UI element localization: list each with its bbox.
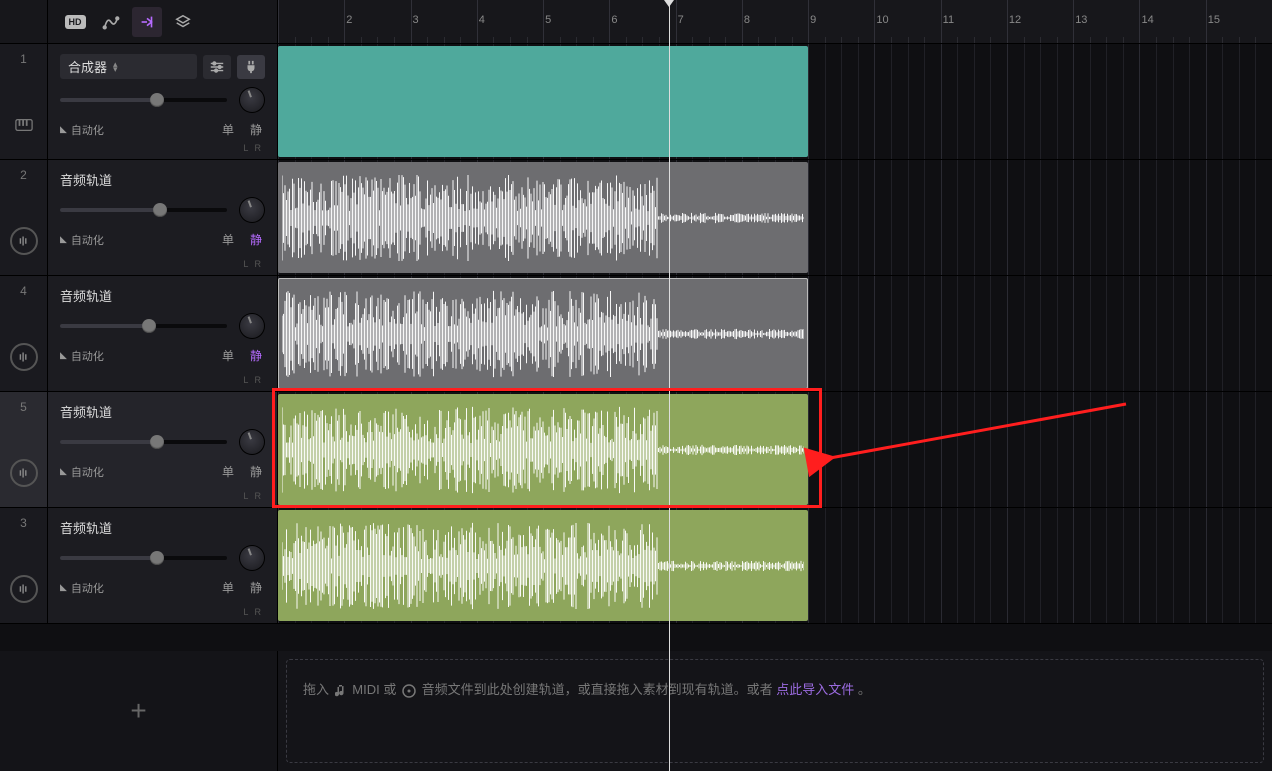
volume-slider[interactable]: [60, 208, 227, 212]
playhead[interactable]: [669, 0, 670, 771]
track-name[interactable]: 音频轨道: [60, 518, 112, 537]
track-row: 2 音频轨道 ◣自动化单静 L R: [0, 160, 1272, 276]
track-lane[interactable]: [278, 44, 1272, 159]
waveform-icon: [10, 575, 38, 603]
waveform-icon: [10, 459, 38, 487]
import-file-link[interactable]: 点此导入文件: [776, 682, 854, 697]
track-lane[interactable]: [278, 508, 1272, 623]
drop-zone-row: + 拖入 MIDI 或 音频文件到此处创建轨道，或直接拖入素材到现有轨道。或者 …: [0, 651, 1272, 771]
lr-label: L R: [243, 143, 263, 153]
solo-button[interactable]: 单: [219, 461, 237, 482]
track-row: 1 合成器 ▴▾ ◣自动化单静 L R: [0, 44, 1272, 160]
drop-text: 拖入: [303, 682, 329, 697]
volume-slider[interactable]: [60, 440, 227, 444]
track-panel: 音频轨道 ◣自动化单静 L R: [48, 392, 278, 507]
track-row: 5 音频轨道 ◣自动化单静 L R: [0, 392, 1272, 508]
drop-zone[interactable]: 拖入 MIDI 或 音频文件到此处创建轨道，或直接拖入素材到现有轨道。或者 点此…: [286, 659, 1264, 763]
header-left-spacer: [0, 0, 48, 43]
solo-button[interactable]: 单: [219, 345, 237, 366]
waveform: [282, 402, 804, 497]
automation-toggle[interactable]: ◣自动化: [60, 580, 209, 596]
track-name[interactable]: 音频轨道: [60, 402, 112, 421]
track-lane[interactable]: [278, 160, 1272, 275]
pan-knob[interactable]: [239, 545, 265, 571]
pan-knob[interactable]: [239, 313, 265, 339]
clip[interactable]: [278, 510, 808, 621]
automation-toggle[interactable]: ◣自动化: [60, 464, 209, 480]
track-index[interactable]: 4: [0, 276, 48, 391]
disc-icon: [402, 684, 416, 698]
piano-icon: [10, 111, 38, 139]
solo-button[interactable]: 单: [219, 577, 237, 598]
track-panel: 音频轨道 ◣自动化单静 L R: [48, 276, 278, 391]
track-name[interactable]: 音频轨道: [60, 170, 112, 189]
mixer-button[interactable]: [203, 55, 231, 79]
instrument-select[interactable]: 合成器 ▴▾: [60, 54, 197, 79]
header: HD 2345678910111213141516: [0, 0, 1272, 44]
waveform-icon: [10, 227, 38, 255]
track-panel: 音频轨道 ◣自动化单静 L R: [48, 508, 278, 623]
automation-toggle[interactable]: ◣自动化: [60, 348, 209, 364]
clip[interactable]: [278, 162, 808, 273]
pan-knob[interactable]: [239, 87, 265, 113]
toolbar: HD: [48, 0, 278, 43]
waveform: [282, 286, 804, 381]
pan-knob[interactable]: [239, 429, 265, 455]
volume-slider[interactable]: [60, 556, 227, 560]
track-name: 合成器: [68, 57, 107, 76]
volume-slider[interactable]: [60, 98, 227, 102]
curve-tool-button[interactable]: [96, 7, 126, 37]
mute-button[interactable]: 静: [247, 229, 265, 250]
automation-toggle[interactable]: ◣自动化: [60, 122, 209, 138]
track-lane[interactable]: [278, 276, 1272, 391]
mute-button[interactable]: 静: [247, 345, 265, 366]
clip[interactable]: [278, 46, 808, 157]
lr-label: L R: [243, 607, 263, 617]
drop-text: 音频文件到此处创建轨道，或直接拖入素材到现有轨道。或者: [422, 682, 773, 697]
mute-button[interactable]: 静: [247, 577, 265, 598]
waveform: [282, 170, 804, 265]
drop-text: 或: [383, 682, 396, 697]
clip[interactable]: [278, 394, 808, 505]
add-track-button[interactable]: +: [0, 651, 278, 771]
lr-label: L R: [243, 375, 263, 385]
track-name[interactable]: 音频轨道: [60, 286, 112, 305]
track-index[interactable]: 3: [0, 508, 48, 623]
pan-knob[interactable]: [239, 197, 265, 223]
snap-tool-button[interactable]: [132, 7, 162, 37]
volume-slider[interactable]: [60, 324, 227, 328]
lr-label: L R: [243, 491, 263, 501]
waveform: [282, 518, 804, 613]
chevron-updown-icon: ▴▾: [113, 62, 118, 72]
timeline-ruler[interactable]: 2345678910111213141516: [278, 0, 1272, 43]
drop-text: MIDI: [352, 682, 379, 697]
track-panel: 合成器 ▴▾ ◣自动化单静 L R: [48, 44, 278, 159]
hd-button[interactable]: HD: [60, 7, 90, 37]
lr-label: L R: [243, 259, 263, 269]
layers-button[interactable]: [168, 7, 198, 37]
mute-button[interactable]: 静: [247, 119, 265, 140]
track-row: 4 音频轨道 ◣自动化单静 L R: [0, 276, 1272, 392]
tracks-area: 1合成器▴▾◣自动化单静L R2音频轨道◣自动化单静L R4音频轨道◣自动化单静…: [0, 44, 1272, 651]
track-index[interactable]: 5: [0, 392, 48, 507]
track-lane[interactable]: [278, 392, 1272, 507]
solo-button[interactable]: 单: [219, 229, 237, 250]
track-index[interactable]: 1: [0, 44, 48, 159]
note-icon: [335, 684, 347, 698]
clip[interactable]: [278, 278, 808, 389]
track-panel: 音频轨道 ◣自动化单静 L R: [48, 160, 278, 275]
drop-text: 。: [858, 682, 871, 697]
solo-button[interactable]: 单: [219, 119, 237, 140]
mute-button[interactable]: 静: [247, 461, 265, 482]
plugin-button[interactable]: [237, 55, 265, 79]
track-index[interactable]: 2: [0, 160, 48, 275]
automation-toggle[interactable]: ◣自动化: [60, 232, 209, 248]
track-row: 3 音频轨道 ◣自动化单静 L R: [0, 508, 1272, 624]
waveform-icon: [10, 343, 38, 371]
